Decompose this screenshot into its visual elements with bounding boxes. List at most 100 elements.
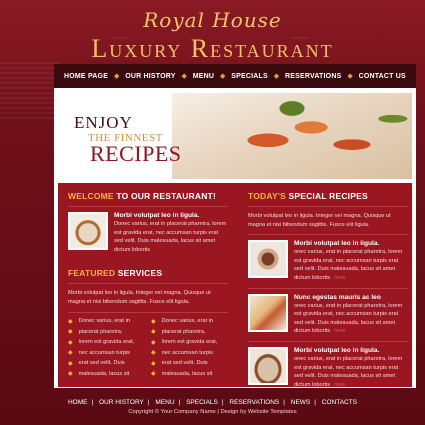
special-text-body: onec varius, erat in placerat pharetra, …	[294, 355, 403, 388]
bullet-icon: ◆	[151, 371, 156, 378]
special-thumbnail[interactable]	[248, 346, 288, 385]
featured-list: ◆ Donec varius, erat in ◆ Donec varius, er…	[68, 318, 228, 378]
divider	[248, 340, 408, 342]
hero-banner: ENJOY THE FINNEST RECIPES	[58, 93, 412, 179]
divider	[68, 311, 228, 313]
logo-script-text: Royal House	[143, 8, 282, 32]
special-text-body: onec varius, erat in placerat pharetra, …	[294, 302, 403, 335]
nav-home[interactable]: HOME PAGE	[64, 73, 108, 80]
nav-menu[interactable]: MENU	[193, 73, 214, 80]
hero-line-recipes: RECIPES	[90, 141, 182, 166]
divider	[68, 206, 228, 207]
bullet-icon: ◆	[151, 360, 156, 367]
special-title[interactable]: Nunc egestas mauris ac leo	[294, 294, 408, 301]
nav-separator: ◆	[347, 73, 353, 80]
content-red-area: WELCOME TO OUR RESTAURANT! Morbi volutpa…	[58, 183, 412, 389]
list-item-text: placerat pharetra,	[161, 328, 206, 335]
list-item[interactable]: ◆ nec accumsan turpis	[151, 349, 228, 357]
list-item[interactable]: ◆ Donec varius, erat in	[68, 318, 145, 325]
bullet-icon: ◆	[68, 360, 73, 367]
footer-nav: HOME | OUR HISTORY | MENU | SPECIALS | RESER…	[0, 399, 425, 406]
list-item[interactable]: ◆ placerat pharetra,	[151, 328, 228, 336]
more-link[interactable]: more	[334, 382, 345, 388]
divider	[248, 234, 408, 236]
footer-link-contacts[interactable]: CONTACTS	[322, 399, 357, 406]
bullet-icon: ◆	[68, 339, 73, 346]
special-text: onec varius, erat in placerat pharetra, …	[294, 302, 408, 336]
nav-separator: ◆	[220, 73, 226, 80]
special-item: Morbi volutpat leo in ligula. onec variu…	[248, 240, 408, 282]
featured-intro: Morbi volutpat leo in ligula. Integer ve…	[68, 290, 211, 305]
welcome-thumbnail[interactable]	[68, 212, 108, 250]
divider	[248, 206, 408, 207]
list-item-text: Donec varius, erat in	[161, 318, 213, 325]
nav-reservations[interactable]: RESERVATIONS	[285, 73, 341, 80]
specials-heading: TODAY'S SPECIAL RECIPES	[248, 191, 408, 201]
list-item-text: lorem est gravida erat,	[78, 339, 135, 346]
footer-link-news[interactable]: NEWS	[291, 399, 311, 406]
special-title[interactable]: Morbi volutpat leo in ligula.	[294, 347, 408, 354]
footer: HOME | OUR HISTORY | MENU | SPECIALS | RESER…	[0, 399, 425, 415]
list-item-text: erat sed velit. Duis	[161, 360, 208, 367]
more-link[interactable]: more	[334, 328, 345, 334]
welcome-title[interactable]: Morbi volutpat leo in ligula.	[114, 212, 228, 219]
welcome-heading-rest: TO OUR RESTAURANT!	[113, 191, 216, 201]
hero-line-enjoy: ENJOY	[74, 113, 133, 132]
list-item[interactable]: ◆ erat sed velit. Duis	[68, 360, 145, 367]
footer-separator: |	[91, 399, 94, 406]
list-item[interactable]: ◆ lorem est gravida erat,	[151, 339, 228, 346]
footer-separator: |	[178, 399, 181, 406]
more-link[interactable]: more	[334, 275, 345, 281]
logo-main-text: Luxury Restaurant	[91, 34, 334, 63]
nav-our-history[interactable]: OUR HISTORY	[125, 73, 175, 80]
main-nav: HOME PAGE ◆ OUR HISTORY ◆ MENU ◆ SPECIAL…	[54, 64, 416, 88]
nav-specials[interactable]: SPECIALS	[231, 73, 268, 80]
list-item-text: malesuada, lacus sit	[161, 370, 213, 377]
nav-contact-us[interactable]: CONTACT US	[359, 73, 406, 80]
special-text: onec varius, erat in placerat pharetra, …	[294, 248, 408, 282]
list-item[interactable]: ◆ nec accumsan turpis	[68, 349, 145, 357]
featured-heading-rest: SERVICES	[115, 268, 163, 279]
divider	[248, 287, 408, 289]
bullet-icon: ◆	[68, 350, 73, 357]
special-thumbnail[interactable]	[248, 293, 288, 332]
list-item-text: malesuada, lacus sit	[78, 370, 130, 377]
specials-heading-highlight: TODAY'S	[248, 191, 286, 201]
footer-link-reservations[interactable]: RESERVATIONS	[229, 399, 279, 406]
footer-link-specials[interactable]: SPECIALS	[186, 399, 218, 406]
nav-separator: ◆	[181, 73, 187, 80]
decorative-stripes	[0, 62, 60, 122]
right-column: TODAY'S SPECIAL RECIPES Morbi volutpat l…	[248, 191, 408, 389]
special-title[interactable]: Morbi volutpat leo in ligula.	[294, 240, 408, 247]
bullet-icon: ◆	[151, 329, 156, 336]
left-column: WELCOME TO OUR RESTAURANT! Morbi volutpa…	[68, 191, 228, 377]
list-item[interactable]: ◆ malesuada, lacus sit	[68, 370, 145, 378]
divider	[68, 283, 228, 285]
special-thumbnail[interactable]	[248, 240, 288, 279]
list-item[interactable]: ◆ malesuada, lacus sit	[151, 370, 228, 378]
list-item-text: nec accumsan turpis	[161, 349, 213, 356]
special-item: Nunc egestas mauris ac leo onec varius, …	[248, 293, 408, 336]
footer-copyright: Copyright © Your Company Name | Design b…	[128, 409, 297, 415]
list-item-text: Donec varius, erat in	[78, 318, 130, 325]
specials-intro: Morbi volutpat leo in ligula. Integer ve…	[248, 213, 391, 228]
special-text-body: onec varius, erat in placerat pharetra, …	[294, 249, 403, 281]
bullet-icon: ◆	[151, 339, 156, 346]
footer-separator: |	[314, 399, 316, 406]
footer-link-home[interactable]: HOME	[68, 399, 88, 406]
list-item[interactable]: ◆ lorem est gravida erat,	[68, 339, 145, 346]
list-item-text: placerat pharetra,	[78, 328, 123, 335]
list-item[interactable]: ◆ erat sed velit. Duis	[151, 360, 228, 367]
bullet-icon: ◆	[68, 371, 73, 378]
footer-separator: |	[283, 399, 285, 406]
list-item-text: lorem est gravida erat,	[161, 339, 218, 346]
footer-link-menu[interactable]: MENU	[155, 399, 174, 406]
welcome-heading: WELCOME TO OUR RESTAURANT!	[68, 191, 228, 201]
footer-link-our-history[interactable]: OUR HISTORY	[99, 399, 144, 406]
hero-food-image	[172, 93, 412, 179]
featured-heading: FEATURED SERVICES	[68, 268, 228, 278]
list-item[interactable]: ◆ Donec varius, erat in	[151, 318, 228, 325]
list-item[interactable]: ◆ placerat pharetra,	[68, 328, 145, 336]
list-item-text: nec accumsan turpis	[78, 349, 130, 356]
nav-separator: ◆	[113, 73, 120, 80]
